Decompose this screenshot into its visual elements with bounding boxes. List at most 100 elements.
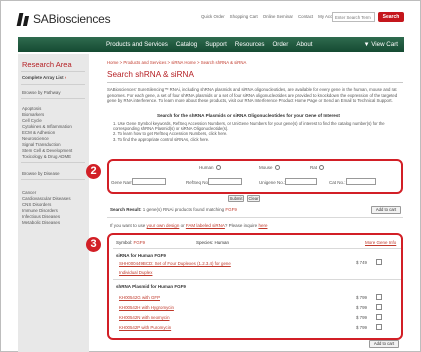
shrna-hygromycin-checkbox[interactable] bbox=[376, 304, 382, 310]
gene-name-input[interactable] bbox=[132, 178, 166, 185]
util-link-quick-order[interactable]: Quick Order bbox=[201, 14, 225, 19]
price: $ 799 bbox=[356, 315, 367, 320]
sidebar-item-toxicology[interactable]: Toxicology & Drug ADME bbox=[22, 154, 71, 159]
nav-products-services[interactable]: Products and Services bbox=[106, 41, 168, 48]
species-mouse-label: Mouse bbox=[259, 165, 273, 170]
species-mouse-option[interactable]: Mouse bbox=[259, 165, 280, 170]
view-cart-label: View Cart bbox=[371, 41, 398, 48]
shrna-neomycin-link[interactable]: KH00542N with neomycin bbox=[119, 315, 170, 320]
species-label: Species: bbox=[196, 240, 214, 245]
sidebar-item-signal-transduction[interactable]: Signal Transduction bbox=[22, 142, 61, 147]
inquire-here-link[interactable]: here bbox=[258, 223, 267, 228]
nav-order[interactable]: Order bbox=[272, 41, 288, 48]
fam-labeled-link[interactable]: FAM labeled siRNA bbox=[186, 223, 225, 228]
sidebar-item-ecm[interactable]: ECM & Adhesion bbox=[22, 130, 55, 135]
sidebar-disease-title: Browse by Disease bbox=[22, 171, 60, 176]
submit-button[interactable]: Submit bbox=[228, 195, 244, 202]
sidebar-item-cns[interactable]: CNS Disorders bbox=[22, 202, 51, 207]
util-link-online-seminar[interactable]: Online Seminar bbox=[263, 14, 293, 19]
shrna-puromycin-link[interactable]: KH00542P with Puromycin bbox=[119, 325, 171, 330]
sirna-set-link[interactable]: SHH000449BCD: Set of Four Duplexes (1.2.… bbox=[119, 261, 231, 266]
sidebar-item-cytokines[interactable]: Cytokines & Inflammation bbox=[22, 124, 72, 129]
sidebar-item-cancer[interactable]: Cancer bbox=[22, 190, 36, 195]
add-to-cart-button-top[interactable]: Add to cart bbox=[371, 206, 401, 214]
sidebar-item-cardiovascular[interactable]: Cardiovascular Diseases bbox=[22, 196, 71, 201]
instruction-step-3[interactable]: 3. To find the appropriate control siRNA… bbox=[113, 137, 393, 142]
result-gene: FGF9 bbox=[225, 207, 237, 212]
shrna-gfp-link[interactable]: KH00542G with GFP bbox=[119, 295, 160, 300]
sidebar-title: Research Area bbox=[22, 60, 72, 69]
sidebar-divider bbox=[21, 162, 85, 163]
results-panel-divider bbox=[113, 248, 401, 249]
search-form-highlight bbox=[107, 159, 403, 194]
result-symbol: Symbol: FGF9 bbox=[116, 240, 145, 245]
search-input[interactable]: Enter Search Term bbox=[332, 12, 375, 22]
result-text: 1 gene(s) RNAi products found matching bbox=[142, 207, 225, 212]
result-species: Species: Human bbox=[196, 240, 229, 245]
sidebar-item-cell-cycle[interactable]: Cell Cycle bbox=[22, 118, 42, 123]
price: $ 799 bbox=[356, 305, 367, 310]
callout-marker-2: 2 bbox=[86, 164, 101, 179]
sidebar-item-neuroscience[interactable]: Neuroscience bbox=[22, 136, 49, 141]
title-divider bbox=[107, 82, 403, 83]
shrna-puromycin-checkbox[interactable] bbox=[376, 324, 382, 330]
shrna-hygromycin-link[interactable]: KH00542H with Hygromycin bbox=[119, 305, 174, 310]
breadcrumb[interactable]: Home > Products and Services > siRNA Hom… bbox=[107, 60, 246, 65]
unigene-label: Unigene No.: bbox=[259, 180, 286, 185]
unigene-input[interactable] bbox=[285, 178, 317, 185]
species-human-radio[interactable] bbox=[215, 165, 221, 170]
more-gene-info-label: More Gene Info bbox=[365, 240, 397, 245]
search-button[interactable]: Search bbox=[378, 12, 404, 22]
sidebar-complete-array[interactable]: Complete Array List › bbox=[22, 75, 66, 80]
sidebar-item-immune[interactable]: Immune Disorders bbox=[22, 208, 58, 213]
species-rat-option[interactable]: Rat bbox=[310, 165, 325, 170]
sidebar-item-biomarkers[interactable]: Biomarkers bbox=[22, 112, 44, 117]
hint-mid: or bbox=[180, 223, 185, 228]
sidebar: Research Area Complete Array List › Brow… bbox=[18, 54, 89, 352]
sirna-section-title: siRNA for Human FGF9 bbox=[116, 253, 166, 258]
individual-duplex-link[interactable]: Individual Duplex bbox=[119, 270, 152, 275]
sidebar-divider bbox=[21, 98, 85, 99]
species-rat-radio[interactable] bbox=[319, 165, 325, 170]
hint-suffix: ? Please inquire bbox=[224, 223, 258, 228]
search-instructions: 1. Use Gene Symbol keywords, RefSeq Acce… bbox=[113, 121, 393, 142]
nav-resources[interactable]: Resources bbox=[235, 41, 265, 48]
cat-no-input[interactable] bbox=[346, 178, 376, 185]
results-divider bbox=[107, 217, 403, 218]
util-link-shopping-cart[interactable]: Shopping Cart bbox=[230, 14, 258, 19]
view-cart-link[interactable]: ▼ View Cart bbox=[363, 37, 398, 52]
species-human-label: Human bbox=[199, 165, 214, 170]
sidebar-divider bbox=[21, 71, 85, 72]
search-result-summary: Search Result: 1 gene(s) RNAi products f… bbox=[110, 207, 237, 212]
hint-prefix: If you want to use bbox=[110, 223, 146, 228]
shrna-neomycin-checkbox[interactable] bbox=[376, 314, 382, 320]
sidebar-item-apoptosis[interactable]: Apoptosis bbox=[22, 106, 41, 111]
instruction-step-1: 1. Use Gene Symbol keywords, RefSeq Acce… bbox=[113, 121, 385, 132]
symbol-value: FGF9 bbox=[133, 240, 146, 245]
symbol-label: Symbol: bbox=[116, 240, 133, 245]
species-mouse-radio[interactable] bbox=[274, 165, 280, 170]
callout-marker-3: 3 bbox=[86, 237, 101, 252]
search-heading: Search for the shRNA Plasmids or siRNA O… bbox=[157, 113, 340, 118]
logo-mark-icon bbox=[18, 13, 30, 26]
shrna-gfp-checkbox[interactable] bbox=[376, 294, 382, 300]
utility-nav: Quick Order Shopping Cart Online Seminar… bbox=[201, 14, 341, 19]
refseq-input[interactable] bbox=[208, 178, 242, 185]
sidebar-item-stem-cell[interactable]: Stem Cell & Development bbox=[22, 148, 72, 153]
add-to-cart-button-bottom[interactable]: Add to cart bbox=[369, 340, 399, 348]
species-value: Human bbox=[214, 240, 230, 245]
sidebar-item-infectious[interactable]: Infectious Diseases bbox=[22, 214, 60, 219]
species-human-option[interactable]: Human bbox=[199, 165, 221, 170]
sabiosciences-logo[interactable]: SABiosciences bbox=[18, 12, 111, 26]
clear-button[interactable]: Clear bbox=[247, 195, 260, 202]
sirna-set-checkbox[interactable] bbox=[376, 259, 382, 265]
nav-catalog[interactable]: Catalog bbox=[176, 41, 197, 48]
more-gene-info-link[interactable]: More Gene Info bbox=[365, 240, 396, 245]
nav-about[interactable]: About bbox=[296, 41, 312, 48]
own-design-link[interactable]: your own design bbox=[147, 223, 180, 228]
sidebar-item-metabolic[interactable]: Metabolic Diseases bbox=[22, 220, 60, 225]
util-link-contact[interactable]: Contact bbox=[298, 14, 313, 19]
price: $ 799 bbox=[356, 325, 367, 330]
species-rat-label: Rat bbox=[310, 165, 318, 170]
nav-support[interactable]: Support bbox=[205, 41, 227, 48]
